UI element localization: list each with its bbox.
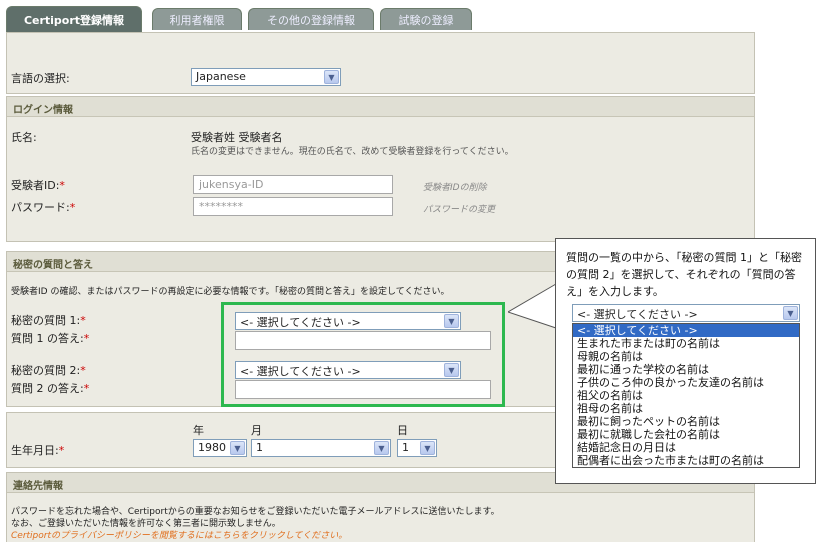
callout-text: 質問の一覧の中から、「秘密の質問 1」と「秘密の質問 2」を選択して、それぞれの… — [566, 251, 802, 298]
dropdown-option[interactable]: 母親の名前は — [573, 350, 799, 363]
dropdown-current[interactable]: <- 選択してください -> ▼ — [572, 304, 800, 322]
dropdown-option[interactable]: 祖父の名前は — [573, 389, 799, 402]
dropdown-option[interactable]: 結婚記念日の月日は — [573, 441, 799, 454]
chevron-down-icon: ▼ — [420, 441, 435, 455]
secret-description: 受験者ID の確認、またはパスワードの再設定に必要な情報です。「秘密の質問と答え… — [11, 287, 450, 297]
dropdown-option[interactable]: <- 選択してください -> — [573, 324, 799, 337]
change-password-link[interactable]: パスワードの変更 — [423, 202, 495, 215]
dropdown-option[interactable]: 配偶者に出会った市または町の名前は — [573, 454, 799, 467]
day-header: 日 — [397, 424, 408, 437]
id-field[interactable]: jukensya-ID — [193, 175, 393, 194]
month-select[interactable]: 1 ▼ — [251, 439, 391, 457]
login-section-title: ログイン情報 — [7, 97, 754, 117]
birthday-label: 生年月日:* — [11, 444, 65, 457]
chevron-down-icon: ▼ — [324, 70, 339, 84]
question1-label: 秘密の質問 1:* — [11, 314, 86, 327]
language-panel: 言語の選択: Japanese ▼ — [6, 32, 755, 94]
dropdown-option[interactable]: 子供のころ仲の良かった友達の名前は — [573, 376, 799, 389]
dropdown-option[interactable]: 最初に就職した会社の名前は — [573, 428, 799, 441]
language-select[interactable]: Japanese ▼ — [191, 68, 341, 86]
dropdown-option[interactable]: 最初に通った学校の名前は — [573, 363, 799, 376]
year-select[interactable]: 1980 ▼ — [193, 439, 247, 457]
name-value: 受験者姓 受験者名 — [191, 131, 283, 144]
language-label: 言語の選択: — [11, 72, 70, 85]
password-field[interactable]: ******** — [193, 197, 393, 216]
question2-label: 秘密の質問 2:* — [11, 364, 86, 377]
callout-pointer — [508, 283, 557, 329]
dropdown-option[interactable]: 最初に飼ったペットの名前は — [573, 415, 799, 428]
dropdown-option[interactable]: 生まれた市または町の名前は — [573, 337, 799, 350]
chevron-down-icon: ▼ — [230, 441, 245, 455]
tab-bar: Certiport登録情報 利用者権限 その他の登録情報 試験の登録 — [6, 6, 766, 32]
tab-certiport-info[interactable]: Certiport登録情報 — [6, 6, 142, 32]
tab-exam-registration[interactable]: 試験の登録 — [380, 8, 472, 30]
year-header: 年 — [193, 424, 204, 437]
name-label: 氏名: — [11, 131, 37, 144]
id-label: 受験者ID:* — [11, 179, 65, 192]
login-panel: ログイン情報 氏名: 受験者姓 受験者名 氏名の変更はできません。現在の氏名で、… — [6, 96, 755, 242]
answer1-label: 質問 1 の答え:* — [11, 332, 90, 345]
dropdown-option-list: <- 選択してください -> 生まれた市または町の名前は 母親の名前は 最初に通… — [572, 323, 800, 468]
month-header: 月 — [251, 424, 262, 437]
delete-id-link[interactable]: 受験者IDの削除 — [423, 180, 487, 193]
password-label: パスワード:* — [11, 201, 76, 214]
name-note: 氏名の変更はできません。現在の氏名で、改めて受験者登録を行ってください。 — [191, 147, 514, 157]
language-value: Japanese — [196, 70, 246, 83]
answer2-label: 質問 2 の答え:* — [11, 382, 90, 395]
highlight-frame — [221, 302, 505, 407]
dropdown-option[interactable]: 祖母の名前は — [573, 402, 799, 415]
day-select[interactable]: 1 ▼ — [397, 439, 437, 457]
chevron-down-icon: ▼ — [374, 441, 389, 455]
chevron-down-icon: ▼ — [783, 306, 798, 320]
privacy-policy-link[interactable]: Certiportのプライバシーポリシーを閲覧するにはこちらをクリックしてくださ… — [11, 528, 347, 541]
tab-user-permissions[interactable]: 利用者権限 — [152, 8, 242, 30]
tab-other-registration[interactable]: その他の登録情報 — [248, 8, 374, 30]
